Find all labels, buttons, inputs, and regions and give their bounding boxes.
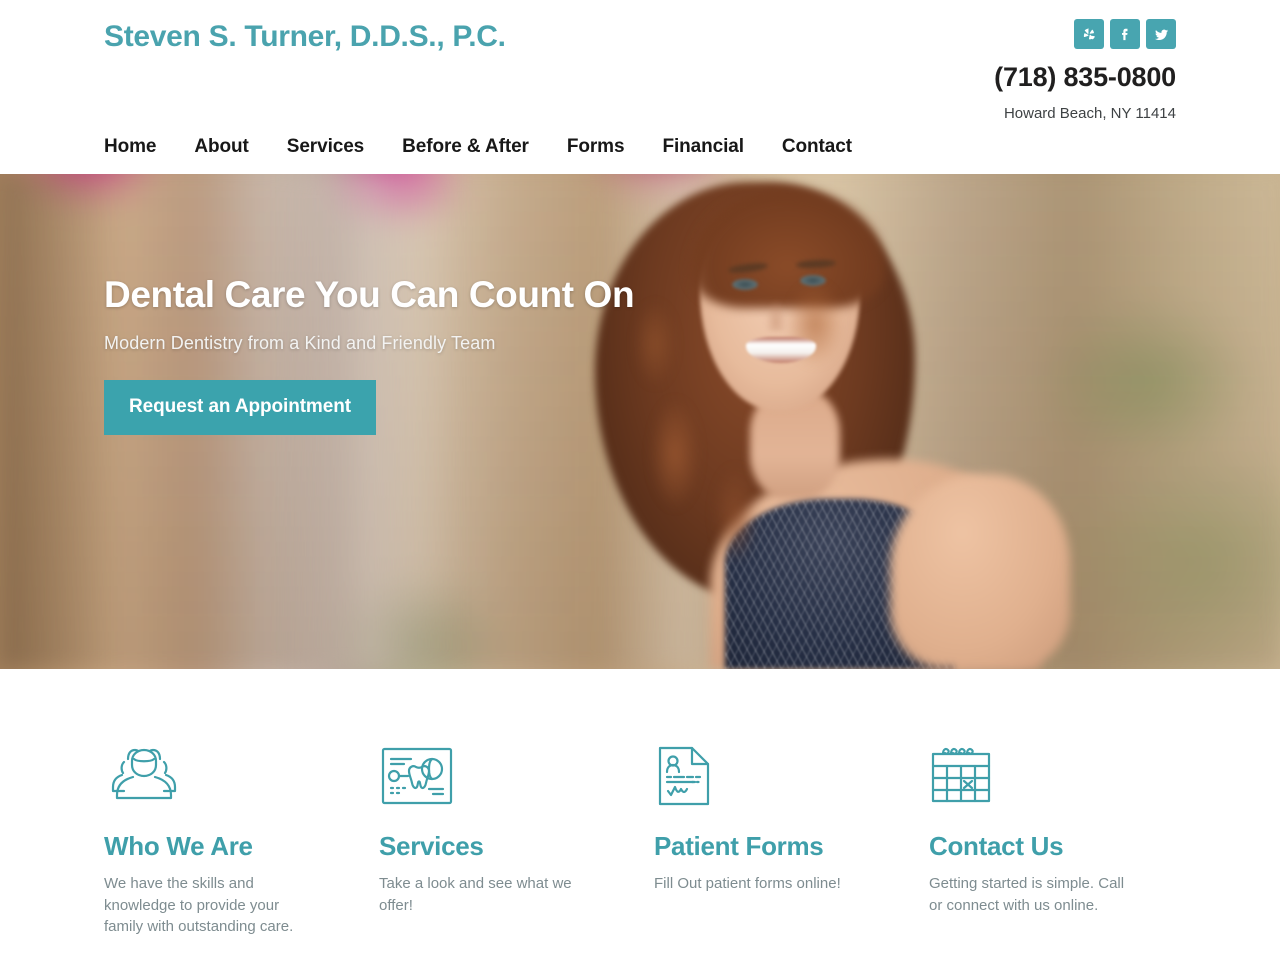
- feature-card-contact-us[interactable]: Contact Us Getting started is simple. Ca…: [929, 745, 1204, 960]
- yelp-link[interactable]: [1074, 19, 1104, 49]
- hero-section: Dental Care You Can Count On Modern Dent…: [0, 174, 1280, 669]
- hero-title: Dental Care You Can Count On: [104, 274, 635, 315]
- feature-card-services[interactable]: Services Take a look and see what we off…: [379, 745, 654, 960]
- feature-title[interactable]: Who We Are: [104, 830, 316, 863]
- hero-model-photo: [560, 174, 1280, 669]
- nav-item-before-after[interactable]: Before & After: [402, 136, 529, 158]
- address-text: Howard Beach, NY 11414: [1003, 105, 1176, 122]
- hero-content: Dental Care You Can Count On Modern Dent…: [104, 274, 664, 436]
- nav-item-contact[interactable]: Contact: [782, 136, 852, 158]
- feature-text: We have the skills and knowledge to prov…: [104, 875, 294, 935]
- twitter-icon: [1154, 29, 1168, 40]
- facebook-icon: [1122, 28, 1128, 41]
- hero-subtitle: Modern Dentistry from a Kind and Friendl…: [104, 333, 496, 354]
- feature-text: Fill Out patient forms online!: [654, 875, 841, 893]
- nav-item-forms[interactable]: Forms: [567, 136, 625, 158]
- feature-title[interactable]: Patient Forms: [654, 830, 866, 863]
- social-links: [1074, 19, 1176, 49]
- feature-text: Take a look and see what we offer!: [379, 875, 572, 914]
- calendar-icon: [929, 745, 1141, 807]
- dental-chart-icon: [379, 745, 591, 807]
- nav-item-home[interactable]: Home: [104, 136, 156, 158]
- site-logo[interactable]: Steven S. Turner, D.D.S., P.C.: [104, 20, 506, 54]
- nav-item-services[interactable]: Services: [287, 136, 364, 158]
- facebook-link[interactable]: [1110, 19, 1140, 49]
- feature-title[interactable]: Contact Us: [929, 830, 1141, 863]
- feature-title[interactable]: Services: [379, 830, 591, 863]
- document-form-icon: [654, 745, 866, 807]
- yelp-icon: [1083, 27, 1095, 40]
- twitter-link[interactable]: [1146, 19, 1176, 49]
- features-section: Who We Are We have the skills and knowle…: [0, 669, 1280, 960]
- nav-item-about[interactable]: About: [194, 136, 248, 158]
- feature-card-patient-forms[interactable]: Patient Forms Fill Out patient forms onl…: [654, 745, 929, 960]
- main-navigation: Home About Services Before & After Forms…: [104, 136, 852, 158]
- feature-text: Getting started is simple. Call or conne…: [929, 875, 1125, 914]
- site-header: Steven S. Turner, D.D.S., P.C. (718) 835…: [0, 0, 1280, 174]
- nav-item-financial[interactable]: Financial: [662, 136, 744, 158]
- people-group-icon: [104, 745, 316, 807]
- phone-number[interactable]: (718) 835-0800: [994, 62, 1176, 93]
- feature-card-who-we-are[interactable]: Who We Are We have the skills and knowle…: [104, 745, 379, 960]
- request-appointment-button[interactable]: Request an Appointment: [104, 380, 376, 436]
